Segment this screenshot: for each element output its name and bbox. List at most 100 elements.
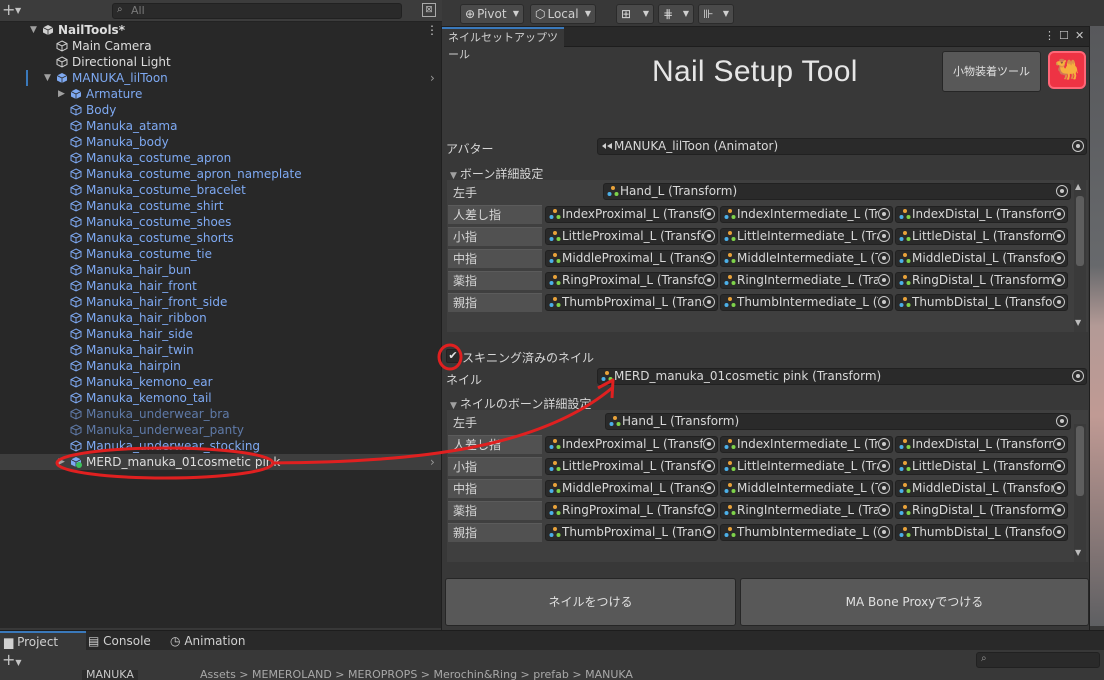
hierarchy-row[interactable]: Manuka_costume_shirt — [0, 198, 442, 214]
object-picker-icon[interactable] — [878, 504, 890, 516]
folder-tree-item[interactable]: MANUKA — [82, 670, 138, 680]
logo-icon[interactable]: 🐫 — [1048, 51, 1086, 89]
object-picker-icon[interactable] — [878, 230, 890, 242]
nail-finger-distal-field[interactable]: LittleDistal_L (Transform) — [895, 458, 1068, 475]
object-picker-icon[interactable] — [1053, 252, 1065, 264]
object-picker-icon[interactable] — [1053, 230, 1065, 242]
object-picker-icon[interactable] — [878, 208, 890, 220]
finger-distal-field[interactable]: IndexDistal_L (Transform) — [895, 206, 1068, 223]
chevron-right-icon[interactable]: › — [430, 70, 435, 86]
scroll-down-icon[interactable]: ▼ — [1075, 548, 1081, 557]
object-picker-icon[interactable] — [1053, 208, 1065, 220]
finger-distal-field[interactable]: ThumbDistal_L (Transform) — [895, 294, 1068, 311]
hierarchy-row[interactable]: Body — [0, 102, 442, 118]
object-picker-icon[interactable] — [1072, 370, 1084, 382]
object-picker-icon[interactable] — [878, 252, 890, 264]
object-picker-icon[interactable] — [703, 460, 715, 472]
object-picker-icon[interactable] — [1053, 504, 1065, 516]
object-picker-icon[interactable] — [1053, 274, 1065, 286]
finger-distal-field[interactable]: RingDistal_L (Transform) — [895, 272, 1068, 289]
hierarchy-row[interactable]: ▶ MERD_manuka_01cosmetic pink › — [0, 454, 442, 470]
nail-finger-proximal-field[interactable]: ThumbProximal_L (Transform) — [545, 524, 718, 541]
tab-console[interactable]: ▤ Console — [86, 631, 166, 651]
close-icon[interactable]: ✕ — [1075, 29, 1084, 42]
nail-finger-distal-field[interactable]: RingDistal_L (Transform) — [895, 502, 1068, 519]
finger-intermediate-field[interactable]: MiddleIntermediate_L (Transform) — [720, 250, 893, 267]
nail-finger-intermediate-field[interactable]: MiddleIntermediate_L (Transform) — [720, 480, 893, 497]
snap-increment-dropdown[interactable]: ⋕ ▼ — [658, 4, 694, 24]
hierarchy-row[interactable]: Manuka_costume_apron_nameplate — [0, 166, 442, 182]
finger-proximal-field[interactable]: ThumbProximal_L (Transform) — [545, 294, 718, 311]
project-search-input[interactable]: ⌕ — [976, 652, 1100, 668]
pivot-dropdown[interactable]: ⊕ Pivot ▼ — [460, 4, 524, 24]
nail-finger-intermediate-field[interactable]: IndexIntermediate_L (Transform) — [720, 436, 893, 453]
hierarchy-row[interactable]: Manuka_body — [0, 134, 442, 150]
hierarchy-row[interactable]: Manuka_underwear_bra — [0, 406, 442, 422]
object-picker-icon[interactable] — [703, 252, 715, 264]
hierarchy-row[interactable]: Manuka_costume_bracelet — [0, 182, 442, 198]
nail-finger-intermediate-field[interactable]: LittleIntermediate_L (Transform) — [720, 458, 893, 475]
nail-finger-intermediate-field[interactable]: ThumbIntermediate_L (Transform) — [720, 524, 893, 541]
object-picker-icon[interactable] — [878, 526, 890, 538]
ruler-dropdown[interactable]: ⊪ ▼ — [698, 4, 734, 24]
nail-finger-distal-field[interactable]: MiddleDistal_L (Transform) — [895, 480, 1068, 497]
object-picker-icon[interactable] — [878, 482, 890, 494]
nail-finger-intermediate-field[interactable]: RingIntermediate_L (Transform) — [720, 502, 893, 519]
scroll-thumb[interactable] — [1076, 426, 1084, 496]
scroll-up-icon[interactable]: ▲ — [1075, 182, 1081, 191]
chevron-right-icon[interactable]: ▶ — [58, 86, 65, 102]
object-picker-icon[interactable] — [1053, 438, 1065, 450]
create-dropdown-button[interactable]: + ▼ — [2, 1, 28, 21]
finger-distal-field[interactable]: MiddleDistal_L (Transform) — [895, 250, 1068, 267]
hierarchy-row[interactable]: Manuka_kemono_ear — [0, 374, 442, 390]
grid-snap-dropdown[interactable]: ⊞ ▼ — [616, 4, 654, 24]
finger-intermediate-field[interactable]: RingIntermediate_L (Transform) — [720, 272, 893, 289]
object-picker-icon[interactable] — [703, 208, 715, 220]
hierarchy-row[interactable]: Manuka_costume_shoes — [0, 214, 442, 230]
object-picker-icon[interactable] — [703, 438, 715, 450]
bone-section-scrollbar[interactable]: ▲ ▼ — [1074, 180, 1086, 332]
lock-icon[interactable]: ⊠ — [422, 3, 436, 17]
hierarchy-row[interactable]: Manuka_costume_apron — [0, 150, 442, 166]
tab-project[interactable]: ▆ Project — [0, 631, 86, 651]
object-picker-icon[interactable] — [1056, 185, 1068, 197]
nail-finger-distal-field[interactable]: ThumbDistal_L (Transform) — [895, 524, 1068, 541]
hierarchy-row[interactable]: Manuka_hair_front — [0, 278, 442, 294]
hierarchy-row[interactable]: Manuka_hair_twin — [0, 342, 442, 358]
hierarchy-row[interactable]: ▶ Armature — [0, 86, 442, 102]
object-picker-icon[interactable] — [878, 274, 890, 286]
tab-animation[interactable]: ◷ Animation — [168, 631, 258, 651]
object-picker-icon[interactable] — [703, 504, 715, 516]
breadcrumb[interactable]: Assets > MEMEROLAND > MEROPROPS > Meroch… — [200, 670, 633, 680]
attach-nail-button[interactable]: ネイルをつける — [445, 578, 736, 626]
chevron-right-icon[interactable]: › — [430, 454, 435, 470]
nail-finger-proximal-field[interactable]: LittleProximal_L (Transform) — [545, 458, 718, 475]
nail-finger-distal-field[interactable]: IndexDistal_L (Transform) — [895, 436, 1068, 453]
more-options-icon[interactable]: ⋮ — [426, 22, 438, 38]
finger-proximal-field[interactable]: MiddleProximal_L (Transform) — [545, 250, 718, 267]
object-picker-icon[interactable] — [1072, 140, 1084, 152]
object-picker-icon[interactable] — [1053, 482, 1065, 494]
hierarchy-row[interactable]: Manuka_underwear_stocking — [0, 438, 442, 454]
nail-finger-proximal-field[interactable]: MiddleProximal_L (Transform) — [545, 480, 718, 497]
hierarchy-row[interactable]: Directional Light — [0, 54, 442, 70]
hierarchy-row[interactable]: Manuka_hair_ribbon — [0, 310, 442, 326]
hierarchy-row[interactable]: Manuka_underwear_panty — [0, 422, 442, 438]
object-picker-icon[interactable] — [703, 526, 715, 538]
object-picker-icon[interactable] — [1053, 526, 1065, 538]
scroll-thumb[interactable] — [1076, 196, 1084, 266]
object-picker-icon[interactable] — [878, 438, 890, 450]
hierarchy-search-input[interactable]: ⌕ All — [112, 3, 402, 19]
avatar-field[interactable]: MANUKA_lilToon (Animator) — [597, 138, 1087, 155]
chevron-down-icon[interactable]: ▼ — [30, 22, 37, 38]
hierarchy-row[interactable]: ▼ MANUKA_lilToon › — [0, 70, 442, 86]
nail-finger-proximal-field[interactable]: RingProximal_L (Transform) — [545, 502, 718, 519]
hierarchy-row[interactable]: Manuka_hair_bun — [0, 262, 442, 278]
object-picker-icon[interactable] — [878, 460, 890, 472]
finger-intermediate-field[interactable]: ThumbIntermediate_L (Transform) — [720, 294, 893, 311]
create-asset-button[interactable]: +▼ — [2, 650, 22, 669]
scroll-down-icon[interactable]: ▼ — [1075, 318, 1081, 327]
maximize-icon[interactable]: ☐ — [1059, 29, 1069, 42]
hierarchy-row[interactable]: Manuka_costume_tie — [0, 246, 442, 262]
finger-distal-field[interactable]: LittleDistal_L (Transform) — [895, 228, 1068, 245]
